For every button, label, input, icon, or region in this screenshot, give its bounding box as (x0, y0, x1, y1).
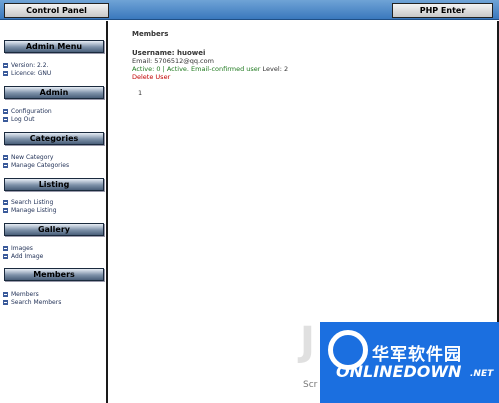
list-icon (3, 70, 8, 76)
sidebar-item-licence: Licence: GNU (3, 69, 51, 77)
list-icon (3, 291, 8, 297)
sidebar-item-log-out[interactable]: Log Out (3, 115, 52, 123)
sidebar-item-search-listing[interactable]: Search Listing (3, 198, 57, 206)
username-text: Username: huowei (132, 49, 206, 57)
top-bar: Control Panel PHP Enter (0, 0, 499, 20)
sidebar-item-add-image[interactable]: Add Image (3, 252, 43, 260)
sidebar-item-search-members[interactable]: Search Members (3, 298, 61, 306)
section-header-members: Members (4, 268, 104, 281)
list-icon (3, 162, 8, 168)
list-icon (3, 253, 8, 259)
section-header-categories: Categories (4, 132, 104, 145)
status-text: Active: 0 | Active. Email-confirmed user (132, 65, 261, 73)
watermark-partial-logo: J (300, 319, 315, 365)
sidebar-item-members[interactable]: Members (3, 290, 61, 298)
section-header-gallery: Gallery (4, 223, 104, 236)
watermark-en-text: ONLINEDOWN (336, 362, 462, 381)
list-icon (3, 62, 8, 68)
control-panel-button[interactable]: Control Panel (4, 3, 109, 18)
php-enter-button[interactable]: PHP Enter (392, 3, 493, 18)
sidebar: Admin Menu Version: 2.2. Licence: GNU Ad… (0, 21, 108, 403)
page-title: Members (132, 30, 169, 38)
list-icon (3, 245, 8, 251)
level-text: Level: 2 (262, 65, 289, 73)
page-number-link[interactable]: 1 (138, 89, 142, 97)
list-icon (3, 108, 8, 114)
watermark-partial-text: Scr (303, 380, 318, 390)
list-icon (3, 299, 8, 305)
sidebar-item-new-category[interactable]: New Category (3, 153, 69, 161)
sidebar-item-manage-listing[interactable]: Manage Listing (3, 206, 57, 214)
section-header-listing: Listing (4, 178, 104, 191)
sidebar-item-manage-categories[interactable]: Manage Categories (3, 161, 69, 169)
list-icon (3, 116, 8, 122)
list-icon (3, 207, 8, 213)
email-text: Email: 5706512@qq.com (132, 57, 214, 65)
section-header-admin: Admin (4, 86, 104, 99)
sidebar-item-images[interactable]: Images (3, 244, 43, 252)
delete-user-link[interactable]: Delete User (132, 73, 170, 81)
section-header-admin-menu: Admin Menu (4, 40, 104, 53)
sidebar-item-configuration[interactable]: Configuration (3, 107, 52, 115)
list-icon (3, 199, 8, 205)
sidebar-item-version: Version: 2.2. (3, 61, 51, 69)
list-icon (3, 154, 8, 160)
status-line: Active: 0 | Active. Email-confirmed user… (132, 65, 288, 73)
watermark-net-text: .NET (470, 369, 494, 379)
